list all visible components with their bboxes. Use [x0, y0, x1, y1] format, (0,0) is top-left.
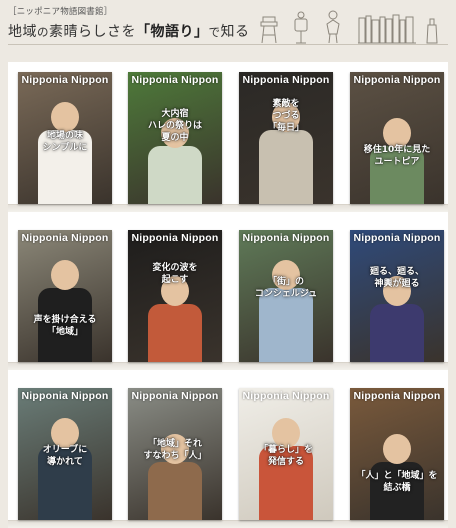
title-mid: 素晴らしさを	[49, 24, 136, 40]
title-tail: 知る	[220, 24, 250, 40]
card-caption: 素敵を つづる 「毎日」	[267, 99, 304, 133]
card-brand: Nipponia Nippon	[353, 390, 441, 402]
card-brand: Nipponia Nippon	[21, 390, 109, 402]
story-card[interactable]: Nipponia Nippon 素敵を つづる 「毎日」	[239, 72, 333, 204]
shelf-2	[8, 362, 448, 370]
title-bracket-close: 」	[194, 24, 209, 40]
person-illustration	[326, 10, 340, 44]
story-card[interactable]: Nipponia Nippon 「地域」それ すなわち「人」	[128, 388, 222, 520]
card-caption: オリーブに 導かれて	[42, 445, 88, 467]
card-brand: Nipponia Nippon	[242, 390, 330, 402]
story-card[interactable]: Nipponia Nippon 廻る、廻る、 神輿が廻る	[350, 230, 444, 362]
card-brand: Nipponia Nippon	[131, 74, 219, 86]
card-brand: Nipponia Nippon	[21, 232, 109, 244]
story-card[interactable]: Nipponia Nippon 大内宿 ハレの祭りは 夏の中	[128, 72, 222, 204]
card-caption: 地場の味 シンプルに	[42, 131, 88, 153]
bookshelf-illustration	[358, 14, 416, 44]
story-card[interactable]: Nipponia Nippon 「街」の コンシェルジュ	[239, 230, 333, 362]
story-card[interactable]: Nipponia Nippon 変化の波を 起こす	[128, 230, 222, 362]
title-lead: 地域	[8, 24, 37, 40]
portrait-body	[370, 304, 424, 362]
title-de: で	[208, 25, 221, 39]
card-caption: 「地域」それ すなわち「人」	[143, 439, 207, 461]
story-card[interactable]: Nipponia Nippon オリーブに 導かれて	[18, 388, 112, 520]
story-card[interactable]: Nipponia Nippon 「人」と「地域」を 結ぶ橋	[350, 388, 444, 520]
card-caption: 「人」と「地域」を 結ぶ橋	[356, 471, 438, 493]
portrait-body	[148, 462, 202, 520]
portrait-head	[51, 102, 79, 132]
title-no: の	[37, 25, 49, 39]
card-caption: 「街」の コンシェルジュ	[254, 277, 318, 299]
header: ［ニッポニア物語図書館］ 地域の素晴らしさを「物語り」で知る	[0, 0, 456, 60]
card-caption: 廻る、廻る、 神輿が廻る	[369, 267, 424, 289]
title-rule	[8, 44, 448, 45]
card-brand: Nipponia Nippon	[131, 232, 219, 244]
story-card[interactable]: Nipponia Nippon 「暮らし」を 発信する	[239, 388, 333, 520]
portrait-head	[51, 260, 79, 290]
card-caption: 移住10年に見た ユートピア	[363, 145, 431, 167]
story-card[interactable]: Nipponia Nippon 声を掛け合える 「地域」	[18, 230, 112, 362]
card-brand: Nipponia Nippon	[131, 390, 219, 402]
card-caption: 大内宿 ハレの祭りは 夏の中	[147, 109, 202, 143]
lantern-illustration	[294, 11, 308, 44]
story-card[interactable]: Nipponia Nippon 移住10年に見た ユートピア	[350, 72, 444, 204]
portrait-body	[259, 130, 313, 204]
story-card[interactable]: Nipponia Nippon 地場の味 シンプルに	[18, 72, 112, 204]
library-label: ［ニッポニア物語図書館］	[8, 7, 113, 17]
bottle-illustration	[426, 18, 438, 44]
card-brand: Nipponia Nippon	[242, 74, 330, 86]
card-caption: 「暮らし」を 発信する	[258, 445, 313, 467]
card-brand: Nipponia Nippon	[353, 232, 441, 244]
card-brand: Nipponia Nippon	[353, 74, 441, 86]
shelf-1	[8, 204, 448, 212]
card-brand: Nipponia Nippon	[21, 74, 109, 86]
card-brand: Nipponia Nippon	[242, 232, 330, 244]
card-caption: 変化の波を 起こす	[152, 263, 198, 285]
portrait-body	[148, 304, 202, 362]
card-caption: 声を掛け合える 「地域」	[33, 315, 97, 337]
portrait-head	[383, 434, 411, 464]
page-title: 地域の素晴らしさを「物語り」で知る	[8, 21, 250, 41]
title-emph: 物語り	[150, 24, 194, 40]
stool-illustration	[260, 16, 278, 44]
shelf-3	[8, 520, 448, 528]
title-bracket-open: 「	[136, 24, 151, 40]
portrait-body	[148, 146, 202, 204]
